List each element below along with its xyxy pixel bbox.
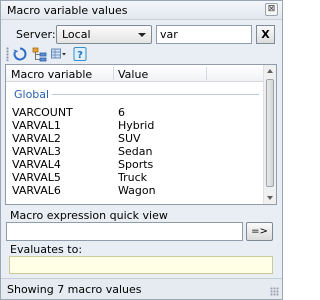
macro-variable-value: Truck (118, 171, 148, 184)
macro-variable-name: VARVAL3 (12, 145, 61, 158)
table-row[interactable]: VARVAL6 Wagon (6, 184, 264, 197)
title-bar: Macro variable values ⊠ (1, 1, 282, 20)
column-header-macro-variable[interactable]: Macro variable (11, 68, 92, 81)
toolbar: ? (6, 46, 88, 62)
macro-variable-value: Sports (118, 158, 154, 171)
server-label: Server: (16, 28, 56, 41)
group-header-global[interactable]: Global (14, 88, 259, 101)
list-header: Macro variable Value (6, 65, 264, 82)
macro-variable-name: VARVAL6 (12, 184, 61, 197)
table-row[interactable]: VARVAL1 Hybrid (6, 119, 264, 132)
group-name: Global (14, 88, 50, 101)
macro-variables-window: Macro variable values ⊠ Server: Local X (0, 0, 283, 300)
table-row[interactable]: VARVAL5 Truck (6, 171, 264, 184)
toolbar-grip-icon (6, 47, 9, 61)
help-icon[interactable]: ? (72, 46, 88, 62)
group-divider (52, 94, 259, 95)
table-row[interactable]: VARVAL4 Sports (6, 158, 264, 171)
column-divider[interactable] (113, 67, 114, 80)
macro-variable-name: VARVAL4 (12, 158, 61, 171)
resize-grip-icon[interactable] (270, 287, 279, 296)
macro-variable-name: VARVAL5 (12, 171, 61, 184)
quick-view-label: Macro expression quick view (10, 209, 168, 222)
scroll-thumb[interactable] (266, 79, 274, 187)
close-icon[interactable]: ⊠ (265, 3, 278, 16)
macro-variable-value: Hybrid (118, 119, 155, 132)
evaluate-button[interactable]: => (246, 222, 273, 241)
status-bar: Showing 7 macro values (1, 278, 282, 299)
macro-variable-value: Wagon (118, 184, 156, 197)
grid-options-icon[interactable] (50, 46, 66, 62)
column-header-value[interactable]: Value (118, 68, 148, 81)
macro-variable-list[interactable]: Macro variable Value Global VARCOUNT 6 V… (5, 64, 277, 205)
macro-variable-name: VARCOUNT (12, 106, 73, 119)
macro-variable-value: Sedan (118, 145, 153, 158)
macro-variable-value: 6 (118, 106, 125, 119)
refresh-icon[interactable] (12, 46, 28, 62)
table-row[interactable]: VARCOUNT 6 (6, 106, 264, 119)
clear-filter-button[interactable]: X (256, 25, 275, 44)
tree-view-icon[interactable] (32, 46, 48, 62)
filter-input[interactable] (156, 25, 252, 44)
macro-expression-input[interactable] (6, 222, 243, 241)
column-divider[interactable] (206, 67, 207, 80)
scroll-up-icon[interactable] (267, 69, 273, 73)
table-row[interactable]: VARVAL3 Sedan (6, 145, 264, 158)
chevron-down-icon (138, 33, 146, 37)
macro-variable-name: VARVAL1 (12, 119, 61, 132)
vertical-scrollbar[interactable] (263, 65, 276, 204)
window-title: Macro variable values (7, 4, 128, 17)
svg-text:?: ? (77, 50, 83, 61)
scroll-down-icon[interactable] (267, 196, 273, 200)
macro-variable-name: VARVAL2 (12, 132, 61, 145)
macro-variable-value: SUV (118, 132, 141, 145)
table-row[interactable]: VARVAL2 SUV (6, 132, 264, 145)
evaluates-to-label: Evaluates to: (10, 243, 83, 256)
evaluates-to-output (9, 256, 273, 274)
server-dropdown[interactable]: Local (56, 25, 152, 44)
server-selected-value: Local (62, 28, 91, 41)
server-row: Server: Local X (1, 23, 282, 45)
status-text: Showing 7 macro values (7, 283, 142, 296)
